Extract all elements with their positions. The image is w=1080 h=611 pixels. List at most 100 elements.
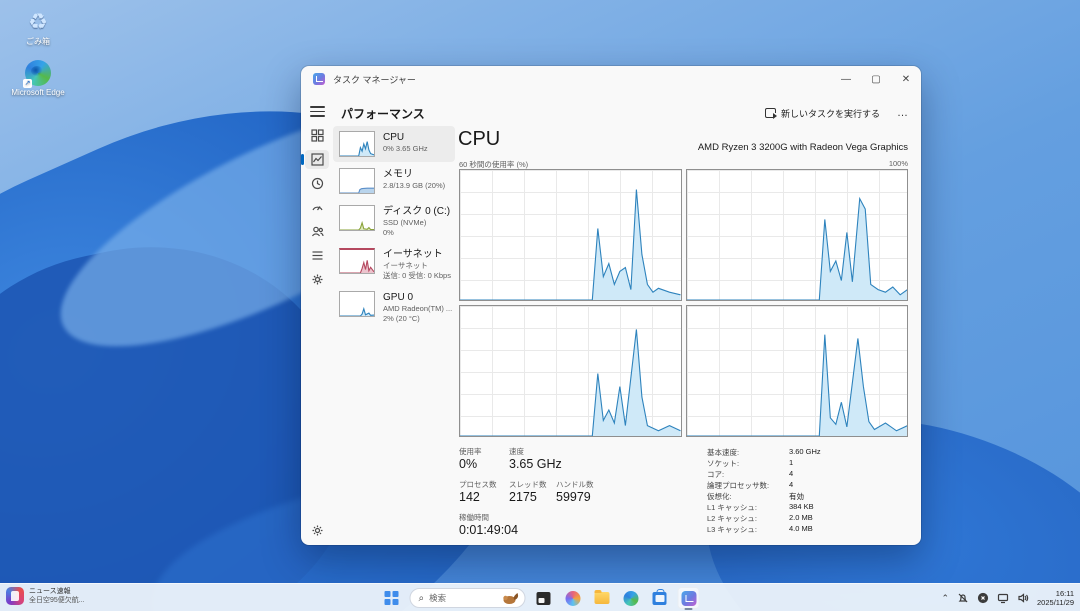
desktop-icon-edge[interactable]: ↗ Microsoft Edge — [10, 60, 66, 97]
l1-cache-label: L1 キャッシュ: — [707, 502, 757, 513]
virtualization-label: 仮想化: — [707, 491, 732, 502]
edge-label: Microsoft Edge — [11, 88, 64, 97]
start-button[interactable] — [381, 587, 403, 609]
task-view-button[interactable] — [533, 587, 555, 609]
titlebar[interactable]: タスク マネージャー — ▢ ✕ — [301, 66, 921, 92]
task-manager-app-icon — [313, 73, 325, 85]
sidebar-cpu-title: CPU — [383, 131, 428, 144]
rail-app-history[interactable] — [305, 174, 329, 193]
ethernet-mini-chart — [339, 248, 375, 274]
task-view-icon — [537, 592, 551, 605]
usage-value: 0% — [459, 457, 477, 471]
task-manager-window: タスク マネージャー — ▢ ✕ パフォーマンス 新しいタスクを実行する … — [301, 66, 921, 545]
search-icon: ⌕ — [419, 593, 425, 604]
cpu-stats: 使用率 速度 0% 3.65 GHz プロセス数 スレッド数 ハンドル数 142… — [459, 446, 908, 538]
status-circle-icon[interactable] — [977, 592, 989, 604]
sidebar-cpu-sub: 0% 3.65 GHz — [383, 144, 428, 154]
cpu-core-chart-2[interactable] — [459, 305, 682, 437]
rail-processes[interactable] — [305, 126, 329, 145]
performance-icon — [311, 153, 324, 166]
sidebar-item-gpu[interactable]: GPU 0 AMD Radeon(TM) ... 2% (20 °C) — [333, 286, 455, 328]
minimize-button[interactable]: — — [831, 67, 861, 91]
cores-label: コア: — [707, 469, 724, 480]
taskbar-clock[interactable]: 16:11 2025/11/29 — [1037, 589, 1074, 608]
sidebar-ethernet-sub2: 送信: 0 受信: 0 Kbps — [383, 271, 451, 281]
rail-settings[interactable] — [301, 524, 333, 537]
shortcut-arrow-icon: ↗ — [23, 79, 32, 88]
l1-cache-value: 384 KB — [789, 502, 814, 511]
sidebar-item-ethernet[interactable]: イーサネット イーサネット 送信: 0 受信: 0 Kbps — [333, 243, 455, 285]
navigation-menu-button[interactable] — [310, 104, 325, 119]
services-icon — [311, 273, 324, 286]
sidebar-disk-title: ディスク 0 (C:) — [383, 205, 450, 218]
sidebar-memory-title: メモリ — [383, 168, 445, 181]
handles-label: ハンドル数 — [556, 479, 594, 490]
memory-mini-chart — [339, 168, 375, 194]
cpu-core-charts — [459, 169, 908, 437]
recycle-bin-label: ごみ箱 — [26, 37, 50, 46]
rail-services[interactable] — [305, 270, 329, 289]
clock-time: 16:11 — [1037, 589, 1074, 599]
taskbar-search-box[interactable]: ⌕ 検索 — [410, 588, 526, 608]
cores-value: 4 — [789, 469, 793, 478]
task-manager-icon — [681, 591, 696, 606]
cpu-panel-title: CPU — [458, 128, 500, 151]
gpu-mini-chart — [339, 291, 375, 317]
rail-users[interactable] — [305, 222, 329, 241]
copilot-button[interactable] — [562, 587, 584, 609]
speed-label: 速度 — [509, 446, 524, 457]
task-manager-taskbar-button[interactable] — [678, 587, 700, 609]
sockets-label: ソケット: — [707, 458, 739, 469]
speaker-icon[interactable] — [1017, 592, 1029, 604]
network-display-icon[interactable] — [997, 592, 1009, 604]
edge-button[interactable] — [620, 587, 642, 609]
more-options-button[interactable]: … — [897, 107, 909, 119]
recycle-bin-icon: ♻ — [10, 10, 66, 34]
clock-date: 2025/11/29 — [1037, 598, 1074, 608]
edge-icon — [623, 591, 638, 606]
microsoft-store-icon — [653, 592, 667, 605]
search-highlight-squirrel-icon — [501, 591, 521, 605]
taskbar: ニュース速報 全日空95便欠航... ⌕ 検索 ⌃ 16:11 2025 — [0, 583, 1080, 611]
notification-bell-icon[interactable] — [957, 592, 969, 604]
widgets-button[interactable]: ニュース速報 全日空95便欠航... — [6, 587, 85, 605]
sidebar-gpu-sub2: 2% (20 °C) — [383, 314, 451, 324]
microsoft-store-button[interactable] — [649, 587, 671, 609]
sidebar-ethernet-title: イーサネット — [383, 248, 451, 261]
threads-label: スレッド数 — [509, 479, 547, 490]
hidden-icons-chevron[interactable]: ⌃ — [941, 593, 949, 604]
close-button[interactable]: ✕ — [891, 67, 921, 91]
sidebar-item-memory[interactable]: メモリ 2.8/13.9 GB (20%) — [333, 163, 455, 199]
speed-value: 3.65 GHz — [509, 457, 562, 471]
run-new-task-label: 新しいタスクを実行する — [781, 107, 880, 120]
maximize-button[interactable]: ▢ — [861, 67, 891, 91]
l2-cache-label: L2 キャッシュ: — [707, 513, 757, 524]
sidebar-gpu-title: GPU 0 — [383, 291, 451, 304]
copilot-icon — [565, 591, 580, 606]
edge-icon: ↗ — [25, 60, 51, 86]
threads-value: 2175 — [509, 490, 537, 504]
processes-icon — [311, 129, 324, 142]
rail-details[interactable] — [305, 246, 329, 265]
uptime-value: 0:01:49:04 — [459, 523, 518, 537]
rail-startup-apps[interactable] — [305, 198, 329, 217]
desktop-icon-recycle-bin[interactable]: ♻ ごみ箱 — [10, 10, 66, 47]
file-explorer-button[interactable] — [591, 587, 613, 609]
l2-cache-value: 2.0 MB — [789, 513, 813, 522]
performance-sidebar: CPU 0% 3.65 GHz メモリ 2.8/13.9 GB (20%) ディ… — [333, 126, 455, 329]
processes-value: 142 — [459, 490, 480, 504]
run-new-task-icon — [765, 108, 776, 118]
rail-performance[interactable] — [305, 150, 329, 169]
cpu-mini-chart — [339, 131, 375, 157]
sidebar-item-cpu[interactable]: CPU 0% 3.65 GHz — [333, 126, 455, 162]
handles-value: 59979 — [556, 490, 591, 504]
window-title: タスク マネージャー — [333, 73, 416, 86]
cpu-core-chart-0[interactable] — [459, 169, 682, 301]
sidebar-item-disk[interactable]: ディスク 0 (C:) SSD (NVMe) 0% — [333, 200, 455, 242]
cpu-model-name: AMD Ryzen 3 3200G with Radeon Vega Graph… — [698, 142, 908, 153]
cpu-core-chart-3[interactable] — [686, 305, 909, 437]
base-speed-value: 3.60 GHz — [789, 447, 821, 456]
widget-headline: ニュース速報 — [29, 587, 85, 596]
run-new-task-button[interactable]: 新しいタスクを実行する — [758, 104, 887, 123]
cpu-core-chart-1[interactable] — [686, 169, 909, 301]
